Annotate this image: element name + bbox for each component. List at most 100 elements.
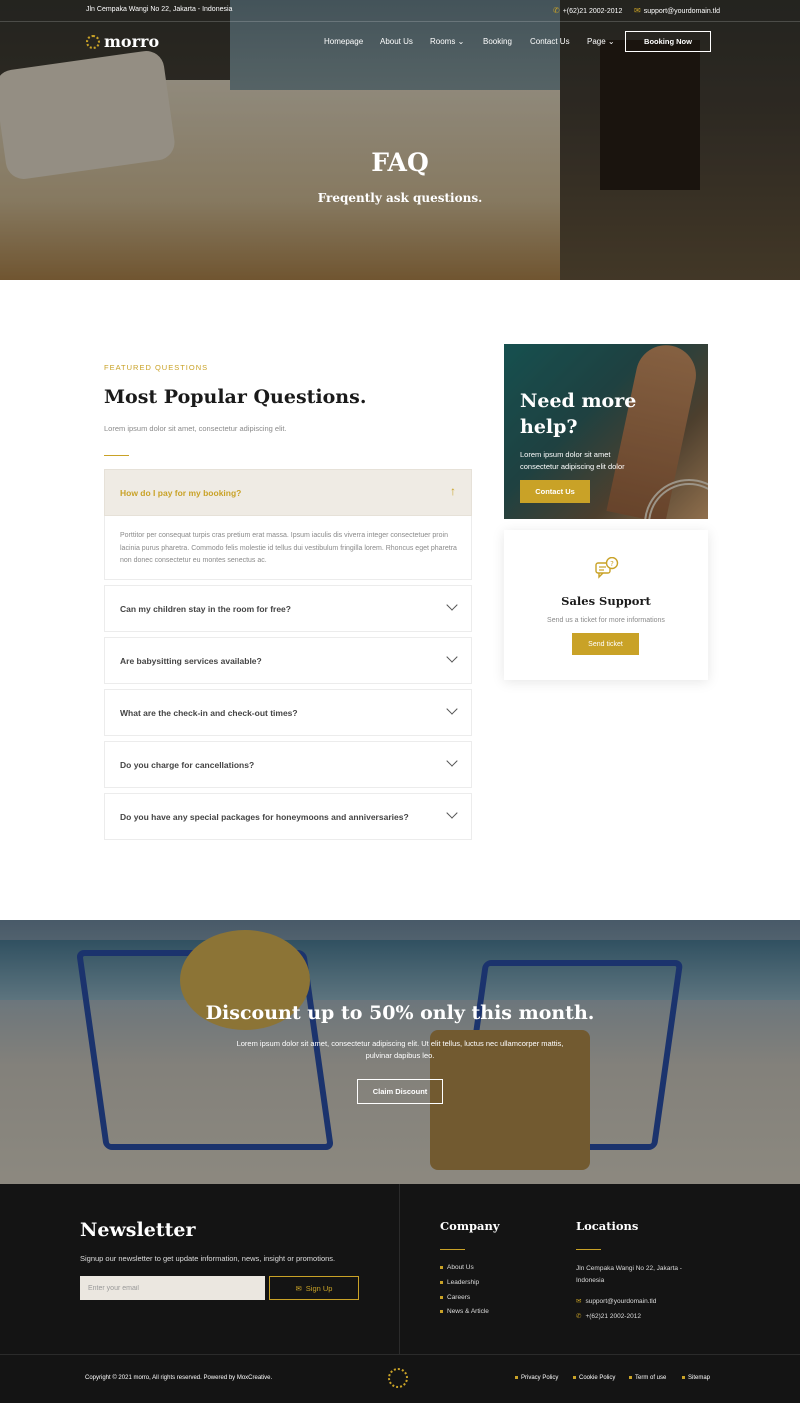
footer-link-label: Leadership (447, 1279, 480, 1286)
newsletter-email-input[interactable] (80, 1276, 265, 1300)
mail-icon: ✉ (634, 6, 641, 15)
faq-item[interactable]: What are the check-in and check-out time… (104, 689, 472, 736)
discount-banner: Discount up to 50% only this month. Lore… (0, 920, 800, 1184)
footer-link-label: News & Article (447, 1308, 489, 1315)
footer: Newsletter Signup our newsletter to get … (0, 1184, 800, 1403)
footer-link-cookie[interactable]: Cookie Policy (573, 1375, 615, 1381)
faq-answer-panel: Porttitor per consequat turpis cras pret… (104, 516, 472, 580)
mail-icon: ✉ (295, 1283, 302, 1293)
chevron-down-icon: ⌄ (607, 37, 615, 46)
faq-answer: Porttitor per consequat turpis cras pret… (120, 532, 457, 564)
footer-link-careers[interactable]: Careers (440, 1294, 470, 1301)
phone-icon: ✆ (576, 1313, 582, 1320)
faq-item[interactable]: Do you charge for cancellations? (104, 741, 472, 788)
faq-eyebrow: FEATURED QUESTIONS (104, 363, 209, 372)
sign-up-label: Sign Up (305, 1283, 333, 1293)
topbar-phone[interactable]: ✆ +(62)21 2002-2012 (553, 6, 622, 15)
faq-question: Do you charge for cancellations? (120, 760, 255, 770)
locations-title: Locations (576, 1219, 639, 1233)
faq-question: What are the check-in and check-out time… (120, 708, 298, 718)
locations-phone[interactable]: ✆ +(62)21 2002-2012 (576, 1312, 641, 1320)
faq-item[interactable]: Can my children stay in the room for fre… (104, 585, 472, 632)
claim-discount-button[interactable]: Claim Discount (357, 1079, 443, 1104)
logo-wordmark: morro (104, 32, 160, 51)
faq-question: Are babysitting services available? (120, 656, 262, 666)
nav-booking[interactable]: Booking (483, 37, 512, 46)
nav-rooms-label: Rooms (430, 37, 456, 46)
bullet-icon (440, 1280, 443, 1284)
bullet-icon (682, 1375, 685, 1379)
help-card-text: Lorem ipsum dolor sit amet consectetur a… (520, 450, 625, 471)
nav-page-label: Page (587, 37, 606, 46)
bullet-icon (515, 1375, 518, 1379)
footer-link-label: Sitemap (688, 1375, 711, 1381)
faq-item[interactable]: Are babysitting services available? (104, 637, 472, 684)
sales-support-text: Send us a ticket for more informations (547, 617, 665, 624)
footer-link-sitemap[interactable]: Sitemap (682, 1375, 710, 1381)
footer-link-label: Privacy Policy (521, 1375, 559, 1381)
nav-rooms[interactable]: Rooms ⌄ (430, 37, 464, 46)
gold-divider (440, 1249, 465, 1250)
newsletter-title: Newsletter (80, 1219, 196, 1241)
phone-icon: ✆ (553, 6, 560, 15)
chevron-down-icon (446, 651, 458, 663)
faq-title: Most Popular Questions. (104, 386, 367, 408)
nav-page[interactable]: Page ⌄ (587, 37, 615, 46)
mail-icon: ✉ (576, 1298, 582, 1305)
nav-contact-us[interactable]: Contact Us (530, 37, 570, 46)
nav-about-us[interactable]: About Us (380, 37, 413, 46)
help-card: Need more help? Lorem ipsum dolor sit am… (504, 344, 708, 519)
locations-email[interactable]: ✉ support@yourdomain.tld (576, 1297, 656, 1305)
chevron-down-icon (446, 599, 458, 611)
locations-phone-text: +(62)21 2002-2012 (585, 1313, 641, 1320)
footer-link-terms[interactable]: Term of use (629, 1375, 666, 1381)
footer-link-privacy[interactable]: Privacy Policy (515, 1375, 558, 1381)
top-bar: Jln Cempaka Wangi No 22, Jakarta - Indon… (0, 0, 800, 22)
footer-link-about-us[interactable]: About Us (440, 1264, 474, 1271)
faq-question: How do I pay for my booking? (120, 488, 242, 498)
bullet-icon (573, 1375, 576, 1379)
bullet-icon (440, 1309, 443, 1313)
copyright: Copyright © 2021 morro, All rights reser… (85, 1375, 273, 1381)
discount-text: Lorem ipsum dolor sit amet, consectetur … (236, 1039, 564, 1060)
bullet-icon (440, 1265, 443, 1269)
footer-link-label: Cookie Policy (579, 1375, 616, 1381)
footer-link-leadership[interactable]: Leadership (440, 1279, 479, 1286)
faq-item-open[interactable]: How do I pay for my booking? ↑ (104, 469, 472, 516)
contact-us-button[interactable]: Contact Us (520, 480, 590, 503)
arrow-up-icon: ↑ (450, 484, 456, 498)
footer-logo-icon[interactable] (388, 1368, 408, 1388)
footer-divider (0, 1354, 800, 1355)
svg-text:?: ? (610, 560, 614, 568)
faq-item[interactable]: Do you have any special packages for hon… (104, 793, 472, 840)
gold-divider (104, 455, 129, 456)
sign-up-button[interactable]: ✉ Sign Up (269, 1276, 359, 1300)
bullet-icon (440, 1295, 443, 1299)
sales-support-card: ? Sales Support Send us a ticket for mor… (504, 530, 708, 680)
logo[interactable]: morro (86, 32, 159, 51)
topbar-phone-text: +(62)21 2002-2012 (562, 8, 623, 15)
nav-homepage[interactable]: Homepage (324, 37, 363, 46)
send-ticket-button[interactable]: Send ticket (572, 633, 639, 655)
company-title: Company (440, 1219, 500, 1233)
gold-divider (576, 1249, 601, 1250)
footer-link-label: Term of use (635, 1375, 667, 1381)
help-card-title: Need more help? (520, 390, 637, 438)
chevron-down-icon (446, 807, 458, 819)
chevron-down-icon (446, 703, 458, 715)
chevron-down-icon (446, 755, 458, 767)
booking-now-button[interactable]: Booking Now (625, 31, 711, 52)
bullet-icon (629, 1375, 632, 1379)
page-subtitle: Freqently ask questions. (317, 191, 483, 205)
hero-banner: Jln Cempaka Wangi No 22, Jakarta - Indon… (0, 0, 800, 280)
footer-link-label: About Us (447, 1264, 474, 1271)
footer-link-label: Careers (447, 1294, 471, 1301)
topbar-email[interactable]: ✉ support@yourdomain.tld (634, 6, 720, 15)
faq-question: Can my children stay in the room for fre… (120, 604, 291, 614)
footer-link-news[interactable]: News & Article (440, 1308, 489, 1315)
page-title: FAQ (371, 148, 429, 177)
faq-question: Do you have any special packages for hon… (120, 812, 409, 822)
locations-address: Jln Cempaka Wangi No 22, Jakarta - Indon… (576, 1265, 682, 1284)
discount-title: Discount up to 50% only this month. (205, 1002, 595, 1024)
newsletter-text: Signup our newsletter to get update info… (80, 1254, 336, 1263)
